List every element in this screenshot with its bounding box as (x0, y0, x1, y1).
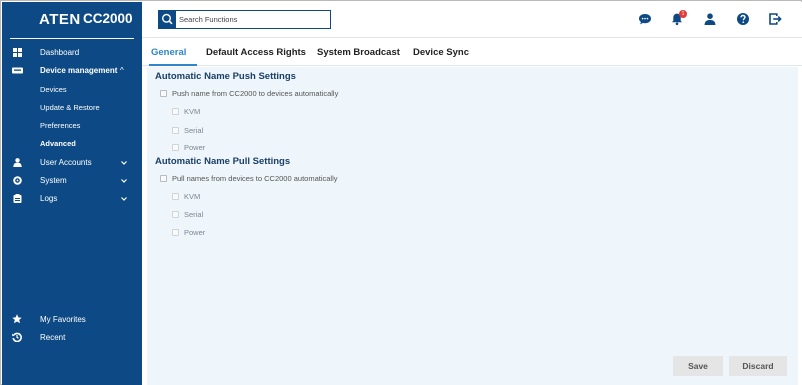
checkbox-label: Serial (184, 210, 204, 219)
push-power-checkbox[interactable]: Power (172, 143, 205, 152)
chevron-down-icon (121, 179, 127, 183)
chevron-up-icon: ^ (120, 66, 124, 75)
sidebar-subitem-update-restore[interactable]: Update & Restore (40, 103, 100, 112)
checkbox[interactable] (172, 211, 179, 218)
sidebar-item-my-favorites[interactable]: My Favorites (2, 311, 142, 329)
aten-logo: ATEN (39, 11, 81, 28)
sidebar-subitem-devices[interactable]: Devices (40, 85, 67, 94)
sidebar: ATEN CC2000 Dashboard Device management … (2, 2, 142, 385)
gear-icon (13, 176, 22, 185)
app-window: ATEN CC2000 Dashboard Device management … (0, 0, 802, 385)
sidebar-item-system[interactable]: System (2, 172, 142, 190)
checkbox-label: Push name from CC2000 to devices automat… (172, 89, 339, 98)
user-icon (13, 158, 22, 167)
tab-bar: General Default Access Rights System Bro… (142, 38, 802, 66)
checkbox[interactable] (172, 193, 179, 200)
search-box (158, 10, 331, 29)
search-icon (162, 13, 173, 25)
sidebar-item-logs[interactable]: Logs (2, 190, 142, 208)
main-content: General Default Access Rights System Bro… (142, 38, 802, 385)
chevron-down-icon (121, 161, 127, 165)
history-icon (12, 332, 22, 342)
brand-divider (10, 38, 134, 39)
push-kvm-checkbox[interactable]: KVM (172, 107, 200, 116)
tab-general[interactable]: General (151, 47, 186, 58)
top-bar: 1 (142, 2, 802, 38)
sidebar-item-label: Recent (40, 333, 66, 342)
sidebar-item-device-management[interactable]: Device management ^ (2, 62, 142, 80)
pull-power-checkbox[interactable]: Power (172, 228, 205, 237)
checkbox-label: Pull names from devices to CC2000 automa… (172, 174, 338, 183)
push-name-checkbox[interactable]: Push name from CC2000 to devices automat… (160, 89, 338, 98)
search-button[interactable] (159, 11, 176, 28)
settings-panel: Automatic Name Push Settings Push name f… (147, 67, 798, 385)
tab-device-sync[interactable]: Device Sync (413, 47, 469, 58)
pull-kvm-checkbox[interactable]: KVM (172, 192, 200, 201)
checkbox[interactable] (160, 90, 167, 97)
discard-button[interactable]: Discard (729, 356, 787, 376)
clipboard-icon (13, 194, 22, 203)
tab-system-broadcast[interactable]: System Broadcast (317, 47, 400, 58)
sidebar-item-label: System (40, 176, 67, 185)
checkbox[interactable] (172, 108, 179, 115)
star-icon (12, 314, 22, 324)
user-icon[interactable] (703, 12, 717, 26)
sidebar-item-label: User Accounts (40, 158, 92, 167)
sidebar-subitem-advanced[interactable]: Advanced (40, 139, 76, 148)
chevron-down-icon (121, 197, 127, 201)
checkbox-label: Power (184, 228, 206, 237)
grid-icon (13, 48, 22, 57)
active-tab-indicator (149, 64, 197, 66)
checkbox-label: KVM (184, 192, 201, 201)
sidebar-item-label: Dashboard (40, 48, 80, 57)
logout-icon[interactable] (768, 12, 782, 26)
pull-name-checkbox[interactable]: Pull names from devices to CC2000 automa… (160, 174, 338, 183)
chat-icon[interactable] (638, 12, 652, 26)
notification-badge: 1 (679, 10, 687, 18)
push-settings-title: Automatic Name Push Settings (155, 71, 296, 82)
sidebar-item-label: Logs (40, 194, 58, 203)
pull-serial-checkbox[interactable]: Serial (172, 210, 203, 219)
checkbox[interactable] (160, 175, 167, 182)
tab-default-access-rights[interactable]: Default Access Rights (206, 47, 306, 58)
sidebar-subitem-preferences[interactable]: Preferences (40, 121, 80, 130)
sidebar-item-label: My Favorites (40, 315, 86, 324)
checkbox[interactable] (172, 144, 179, 151)
checkbox[interactable] (172, 229, 179, 236)
push-serial-checkbox[interactable]: Serial (172, 126, 203, 135)
sidebar-item-dashboard[interactable]: Dashboard (2, 44, 142, 62)
checkbox-label: Serial (184, 126, 204, 135)
checkbox-label: Power (184, 143, 206, 152)
help-icon[interactable] (736, 12, 750, 26)
product-model: CC2000 (83, 11, 133, 26)
sidebar-item-label: Device management (40, 66, 118, 75)
save-button[interactable]: Save (673, 356, 723, 376)
sidebar-item-recent[interactable]: Recent (2, 329, 142, 347)
search-input[interactable] (179, 13, 329, 26)
sidebar-item-user-accounts[interactable]: User Accounts (2, 154, 142, 172)
checkbox[interactable] (172, 127, 179, 134)
keyboard-icon (12, 67, 23, 74)
pull-settings-title: Automatic Name Pull Settings (155, 156, 291, 167)
checkbox-label: KVM (184, 107, 201, 116)
brand-header: ATEN CC2000 (2, 2, 142, 38)
